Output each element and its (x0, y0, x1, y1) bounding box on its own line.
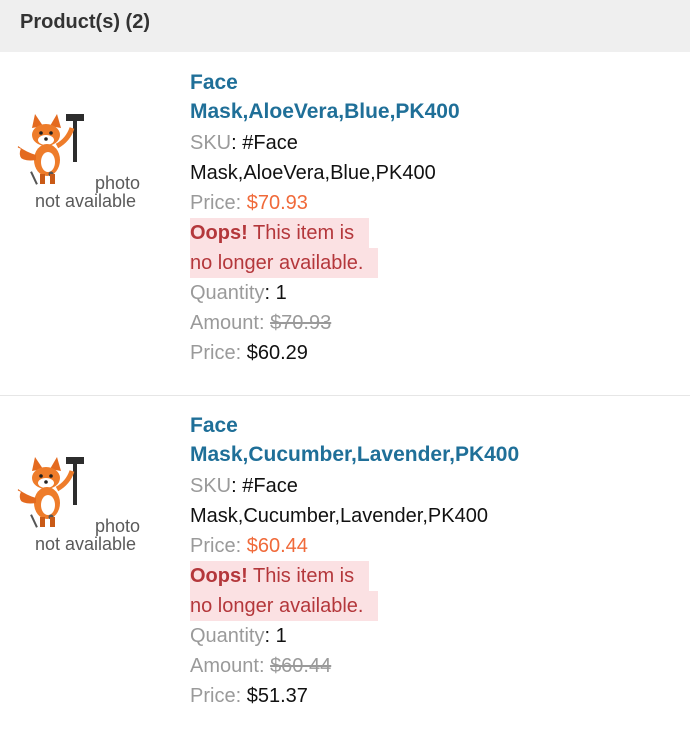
final-price-label: Price (190, 685, 236, 707)
product-title-line1[interactable]: Face (190, 68, 690, 97)
product-title-link[interactable]: Face Mask,AloeVera,Blue,PK400 (190, 68, 690, 126)
quantity-label: Quantity (190, 625, 265, 647)
oops-label: Oops! (190, 222, 248, 244)
product-final-price: Price: $60.29 (190, 342, 308, 364)
product-title-line2[interactable]: Mask,Cucumber,Lavender,PK400 (190, 440, 690, 469)
product-quantity: Quantity: 1 (190, 625, 287, 647)
quantity-label: Quantity (190, 282, 265, 304)
quantity-value: 1 (275, 282, 287, 304)
products-header: Product(s) (2) (0, 0, 690, 52)
product-thumbnail: photo not available (0, 53, 190, 395)
photo-not-available-caption: photo not available (23, 174, 148, 210)
photo-not-available-caption: photo not available (23, 517, 148, 553)
product-price: Price: $60.44 (190, 535, 308, 557)
amount-value: $60.44 (270, 655, 332, 677)
final-price-label: Price (190, 342, 236, 364)
unavailable-text-line2: no longer available. (190, 595, 364, 617)
product-card: photo not available Face Mask,AloeVera,B… (0, 53, 690, 395)
product-amount: Amount: $70.93 (190, 312, 332, 334)
amount-label: Amount (190, 312, 259, 334)
photo-not-available-image: photo not available (10, 108, 140, 210)
sku-value-line1: #Face (242, 475, 298, 497)
photo-caption-line1: photo (94, 173, 140, 193)
unavailable-text-line1: This item is (252, 222, 355, 244)
sku-value-line2: Mask,AloeVera,Blue,PK400 (190, 162, 436, 184)
amount-value: $70.93 (270, 312, 332, 334)
final-price-value: $51.37 (246, 685, 308, 707)
product-sku: SKU: #Face Mask,Cucumber,Lavender,PK400 (190, 475, 488, 527)
price-value: $70.93 (246, 192, 308, 214)
sku-label: SKU (190, 475, 232, 497)
final-price-value: $60.29 (246, 342, 308, 364)
product-quantity: Quantity: 1 (190, 282, 287, 304)
product-amount: Amount: $60.44 (190, 655, 332, 677)
photo-not-available-image: photo not available (10, 451, 140, 553)
photo-caption-line1: photo (94, 516, 140, 536)
sku-value-line2: Mask,Cucumber,Lavender,PK400 (190, 505, 488, 527)
price-label: Price (190, 535, 236, 557)
price-value: $60.44 (246, 535, 308, 557)
unavailable-notice: Oops! This item is no longer available. (190, 561, 690, 621)
product-info: Face Mask,AloeVera,Blue,PK400 SKU: #Face… (190, 53, 690, 395)
unavailable-text-line1: This item is (252, 565, 355, 587)
unavailable-notice: Oops! This item is no longer available. (190, 218, 690, 278)
products-header-title: Product(s) (2) (20, 10, 150, 33)
product-info: Face Mask,Cucumber,Lavender,PK400 SKU: #… (190, 396, 690, 739)
product-price: Price: $70.93 (190, 192, 308, 214)
photo-caption-line2: not available (34, 534, 137, 554)
price-label: Price (190, 192, 236, 214)
product-card: photo not available Face Mask,Cucumber,L… (0, 395, 690, 739)
product-thumbnail: photo not available (0, 396, 190, 739)
sku-label: SKU (190, 132, 232, 154)
product-title-link[interactable]: Face Mask,Cucumber,Lavender,PK400 (190, 411, 690, 469)
product-final-price: Price: $51.37 (190, 685, 308, 707)
oops-label: Oops! (190, 565, 248, 587)
product-title-line2[interactable]: Mask,AloeVera,Blue,PK400 (190, 97, 690, 126)
amount-label: Amount (190, 655, 259, 677)
photo-caption-line2: not available (34, 191, 137, 211)
sku-value-line1: #Face (242, 132, 298, 154)
product-sku: SKU: #Face Mask,AloeVera,Blue,PK400 (190, 132, 436, 184)
unavailable-text-line2: no longer available. (190, 252, 364, 274)
quantity-value: 1 (275, 625, 287, 647)
product-title-line1[interactable]: Face (190, 411, 690, 440)
